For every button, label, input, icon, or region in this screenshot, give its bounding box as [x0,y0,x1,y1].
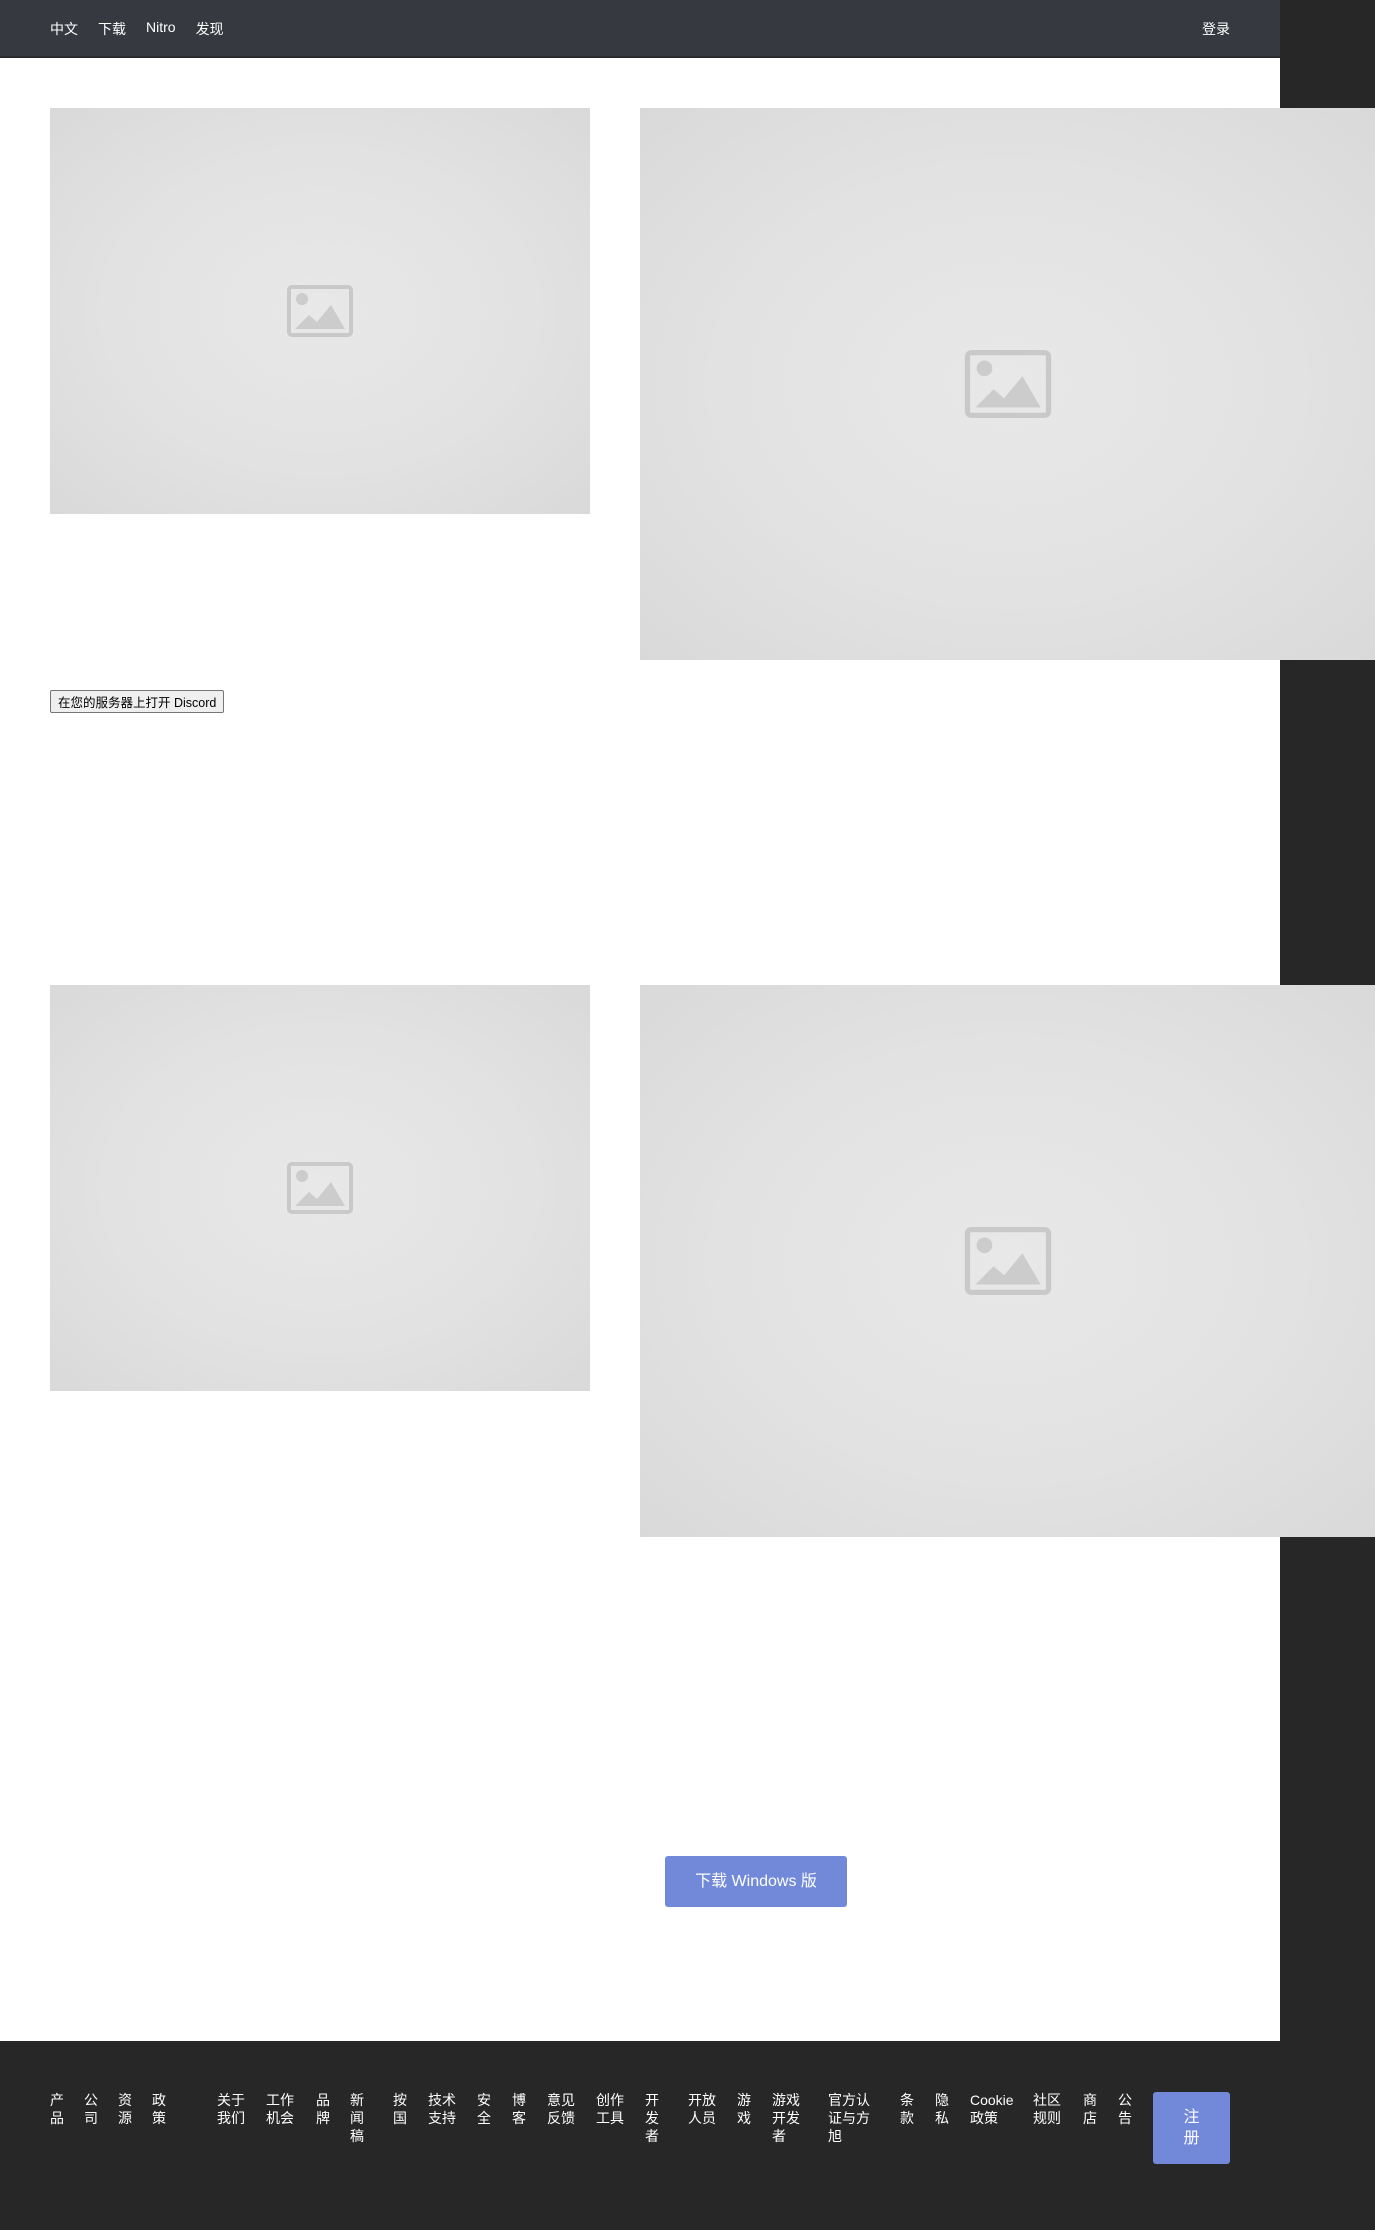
image-placeholder [50,985,590,1391]
image-placeholder [50,108,590,514]
open-in-server-button[interactable]: 在您的服务器上打开 Discord [50,690,225,713]
footer-link-store[interactable]: 商店 [1083,2091,1099,2127]
footer-link-verification[interactable]: 官方认证与方旭 [828,2091,872,2145]
footer-link-press[interactable]: 新闻稿 [350,2091,366,2145]
nav-download[interactable]: 下载 [98,19,126,39]
download-windows-button[interactable]: 下载 Windows 版 [665,1856,847,1907]
footer-link-games[interactable]: 游戏 [737,2091,753,2127]
nav-nitro[interactable]: Nitro [146,19,176,39]
footer-link-country[interactable]: 按国 [393,2091,409,2127]
main-content: 在您的服务器上打开 Discord [0,58,1375,2041]
footer-link-support[interactable]: 技术支持 [428,2091,458,2127]
footer-link-developers[interactable]: 开发者 [645,2091,661,2145]
footer-link-announcements[interactable]: 公告 [1118,2091,1134,2127]
footer-heading-products: 产品 [50,2092,64,2126]
footer-link-cookie-policy[interactable]: Cookie 政策 [970,2091,1020,2127]
footer-heading-company: 公司 [84,2092,98,2126]
footer: 产品 公司 资源 政策 关于我们 工作机会 品牌 新闻稿 按国 技术支持 安全 … [0,2041,1375,2230]
main-nav: 中文 下载 Nitro 发现 [50,19,224,39]
footer-link-terms[interactable]: 条款 [900,2091,916,2127]
footer-link-creators[interactable]: 创作工具 [596,2091,626,2127]
image-placeholder-icon [964,350,1051,418]
image-placeholder [640,985,1375,1537]
footer-link-brand[interactable]: 品牌 [316,2091,332,2127]
footer-link-game-devs[interactable]: 游戏开发者 [772,2091,802,2145]
page: 中文 下载 Nitro 发现 登录 在您的服务器上打开 Discord 下载 W… [0,0,1375,2230]
login-link[interactable]: 登录 [1202,19,1230,39]
footer-link-safety[interactable]: 安全 [477,2091,493,2127]
signup-button[interactable]: 注册 [1153,2092,1230,2164]
image-placeholder-icon [287,1162,353,1214]
footer-link-feedback[interactable]: 意见反馈 [547,2091,577,2127]
footer-link-about[interactable]: 关于我们 [217,2091,247,2127]
footer-link-privacy[interactable]: 隐私 [935,2091,951,2127]
footer-heading-resources: 资源 [118,2092,132,2126]
footer-link-open-source[interactable]: 开放人员 [688,2091,718,2127]
image-placeholder-icon [287,285,353,337]
image-placeholder [640,108,1375,660]
footer-heading-policies: 政策 [152,2092,166,2126]
footer-link-guidelines[interactable]: 社区规则 [1033,2091,1063,2127]
top-navbar: 中文 下载 Nitro 发现 登录 [0,0,1280,57]
footer-link-jobs[interactable]: 工作机会 [266,2091,296,2127]
nav-language[interactable]: 中文 [50,19,78,39]
image-placeholder-icon [964,1227,1051,1295]
nav-discover[interactable]: 发现 [196,19,224,39]
footer-link-blog[interactable]: 博客 [512,2091,528,2127]
